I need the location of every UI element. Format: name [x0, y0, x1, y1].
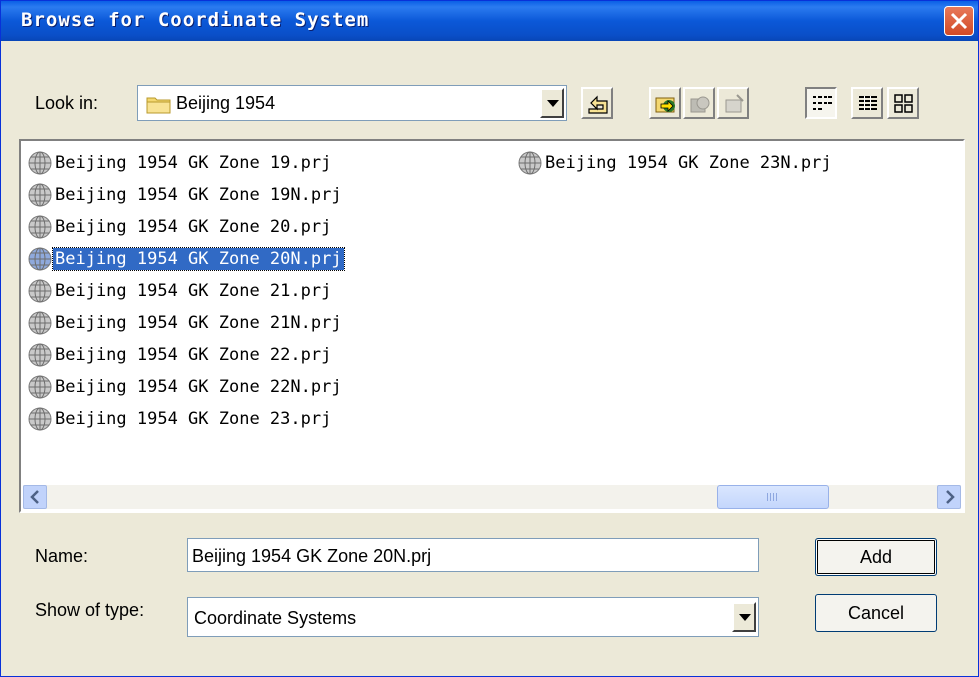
file-item[interactable]: Beijing 1954 GK Zone 19N.prj: [27, 181, 344, 209]
file-list[interactable]: Beijing 1954 GK Zone 19.prj Beijing 1954 …: [19, 139, 965, 513]
globe-icon: [28, 375, 52, 399]
globe-icon: [28, 311, 52, 335]
cancel-button[interactable]: Cancel: [815, 594, 937, 632]
file-name: Beijing 1954 GK Zone 23.prj: [55, 409, 332, 429]
globe-icon: [28, 215, 52, 239]
details-view-icon: [859, 96, 877, 110]
up-folder-icon: [588, 95, 608, 114]
name-input-value: Beijing 1954 GK Zone 20N.prj: [192, 546, 432, 566]
file-name: Beijing 1954 GK Zone 19.prj: [55, 153, 332, 173]
up-one-level-button[interactable]: [581, 87, 613, 119]
type-dropdown-button[interactable]: [732, 602, 756, 632]
file-item[interactable]: Beijing 1954 GK Zone 23.prj: [27, 405, 333, 433]
file-name: Beijing 1954 GK Zone 21N.prj: [55, 313, 342, 333]
globe-icon: [28, 407, 52, 431]
file-name: Beijing 1954 GK Zone 20.prj: [55, 217, 332, 237]
file-name: Beijing 1954 GK Zone 19N.prj: [55, 185, 342, 205]
look-in-combo[interactable]: Beijing 1954: [137, 85, 567, 121]
look-in-value: Beijing 1954: [176, 93, 276, 113]
details-view-button[interactable]: [851, 87, 883, 119]
name-input[interactable]: Beijing 1954 GK Zone 20N.prj: [187, 538, 759, 572]
file-name: Beijing 1954 GK Zone 21.prj: [55, 281, 332, 301]
list-view-icon: [813, 96, 832, 110]
file-name: Beijing 1954 GK Zone 22.prj: [55, 345, 332, 365]
globe-icon: [518, 151, 542, 175]
scroll-thumb[interactable]: [717, 485, 829, 509]
file-item[interactable]: Beijing 1954 GK Zone 22.prj: [27, 341, 333, 369]
type-select[interactable]: Coordinate Systems: [187, 597, 759, 637]
list-view-button[interactable]: [805, 87, 837, 119]
file-item[interactable]: Beijing 1954 GK Zone 21.prj: [27, 277, 333, 305]
file-name: Beijing 1954 GK Zone 22N.prj: [55, 377, 342, 397]
file-name: Beijing 1954 GK Zone 23N.prj: [545, 153, 832, 173]
file-item[interactable]: Beijing 1954 GK Zone 20.prj: [27, 213, 333, 241]
chevron-right-icon: [946, 490, 955, 504]
add-button-label: Add: [859, 546, 893, 567]
chevron-down-icon: [547, 100, 559, 107]
file-item[interactable]: Beijing 1954 GK Zone 23N.prj: [517, 149, 834, 177]
chevron-down-icon: [739, 614, 751, 621]
title-bar[interactable]: Browse for Coordinate System: [1, 1, 978, 41]
look-in-label: Look in:: [35, 93, 99, 113]
type-select-value: Coordinate Systems: [194, 608, 357, 628]
close-button[interactable]: [944, 6, 974, 36]
cancel-button-label: Cancel: [847, 602, 905, 623]
horizontal-scrollbar[interactable]: [23, 485, 961, 509]
grip-icon: [767, 493, 777, 501]
folder-connect-icon: [655, 97, 675, 113]
globe-icon: [28, 151, 52, 175]
browse-dialog: Browse for Coordinate System Look in: Be…: [0, 0, 979, 677]
thumbnails-view-icon: [894, 94, 913, 113]
close-icon: [950, 12, 968, 30]
name-label: Name:: [35, 546, 89, 566]
file-item[interactable]: Beijing 1954 GK Zone 19.prj: [27, 149, 333, 177]
add-button[interactable]: Add: [815, 538, 937, 576]
dialog-title: Browse for Coordinate System: [21, 9, 370, 31]
globe-icon: [28, 343, 52, 367]
globe-icon: [28, 279, 52, 303]
file-item[interactable]: Beijing 1954 GK Zone 20N.prj: [27, 245, 345, 273]
scroll-left-button[interactable]: [23, 485, 47, 509]
thumbnails-view-button[interactable]: [887, 87, 919, 119]
globe-icon: [28, 183, 52, 207]
file-item[interactable]: Beijing 1954 GK Zone 21N.prj: [27, 309, 344, 337]
file-name: Beijing 1954 GK Zone 20N.prj: [52, 247, 345, 271]
chevron-left-icon: [30, 490, 39, 504]
add-to-favorites-button[interactable]: [649, 87, 681, 119]
connect-server-button[interactable]: [683, 87, 715, 119]
scroll-right-button[interactable]: [937, 485, 961, 509]
server-icon: [690, 96, 710, 113]
new-item-button[interactable]: [717, 87, 749, 119]
type-label: Show of type:: [35, 600, 145, 620]
new-item-icon: [725, 94, 744, 113]
folder-icon: [146, 97, 171, 114]
look-in-dropdown-button[interactable]: [540, 88, 564, 118]
file-item[interactable]: Beijing 1954 GK Zone 22N.prj: [27, 373, 344, 401]
globe-icon: [28, 247, 52, 271]
